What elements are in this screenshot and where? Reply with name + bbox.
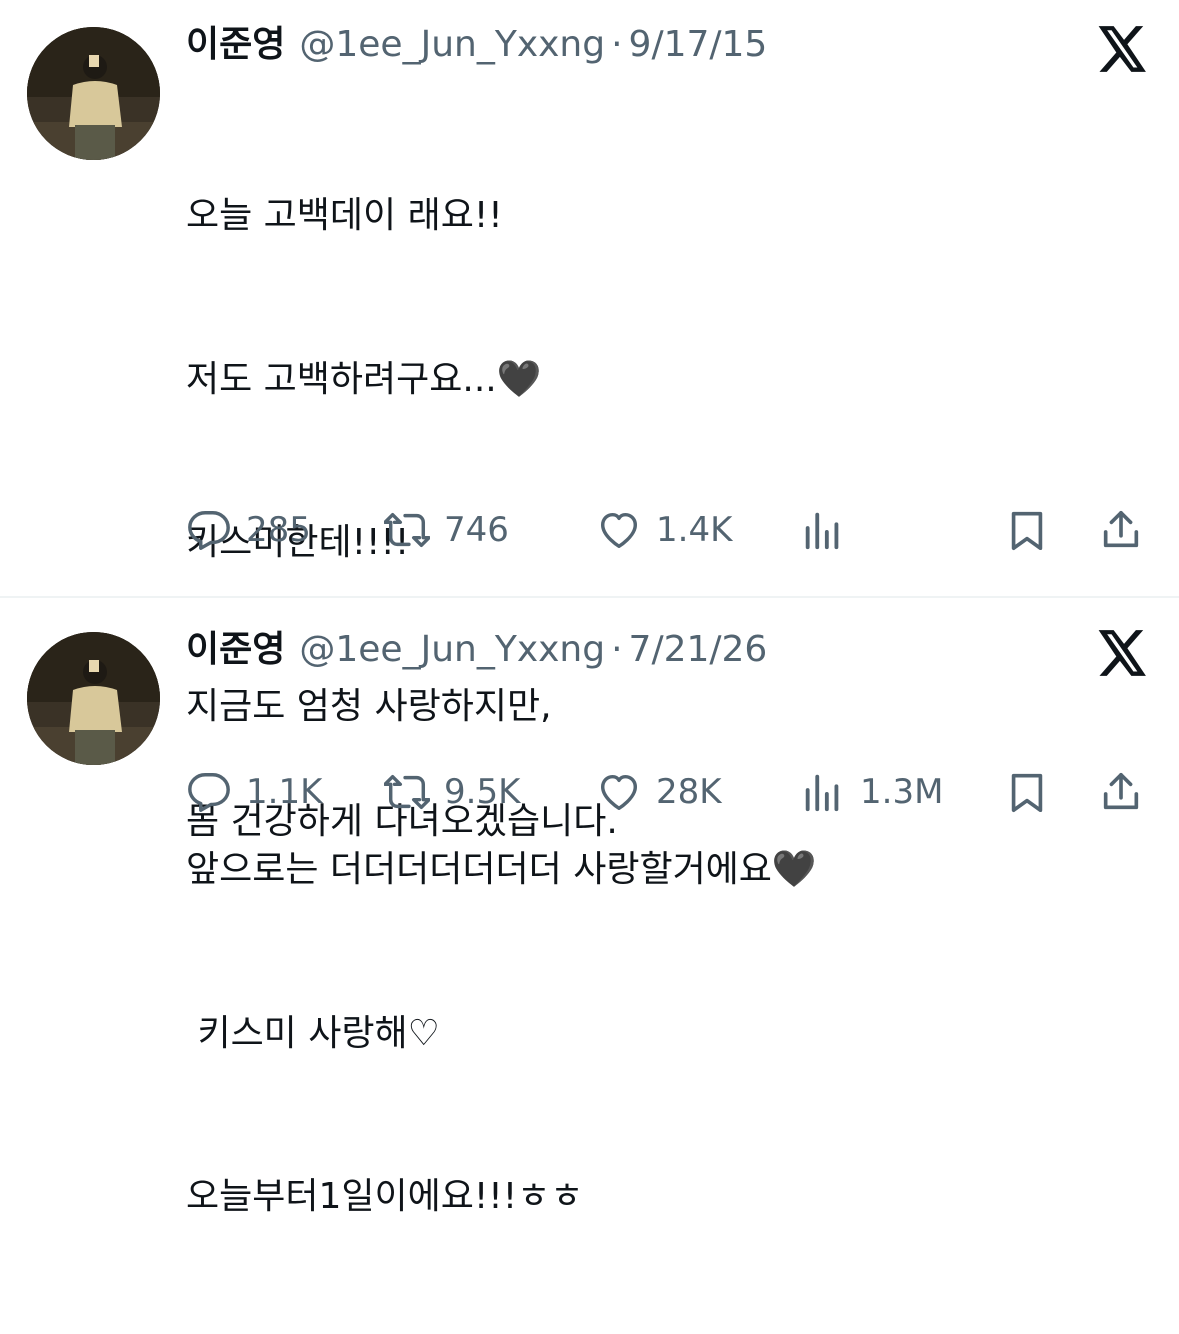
action-bar: 1.1K 9.5K 28K 1.3M xyxy=(0,768,1179,816)
tweet-line: 오늘 고백데이 래요!! xyxy=(186,195,503,236)
repost-count: 746 xyxy=(444,510,509,550)
reply-count: 1.1K xyxy=(246,772,323,812)
speech-bubble-icon xyxy=(188,773,230,812)
heart-icon xyxy=(600,774,638,811)
x-logo-icon xyxy=(1098,26,1148,72)
author-handle[interactable]: @1ee_Jun_Yxxng xyxy=(299,24,605,65)
author-name[interactable]: 이준영 xyxy=(186,24,285,65)
share-upload-icon xyxy=(1103,510,1139,548)
tweet-header: 이준영 @1ee_Jun_Yxxng · 9/17/15 xyxy=(186,27,767,63)
action-bar: 285 746 1.4K xyxy=(0,506,1179,554)
author-name[interactable]: 이준영 xyxy=(186,629,285,670)
tweet-card[interactable]: 이준영 @1ee_Jun_Yxxng · 9/17/15 오늘 고백데이 래요!! 저… xyxy=(0,0,1179,1217)
views-button[interactable]: 1.3M xyxy=(800,768,943,816)
views-button[interactable] xyxy=(800,506,860,554)
bookmark-icon xyxy=(1011,511,1043,551)
avatar[interactable] xyxy=(27,27,160,160)
avatar[interactable] xyxy=(27,632,160,765)
tweet-date[interactable]: 9/17/15 xyxy=(629,24,768,65)
repost-arrows-icon xyxy=(384,512,430,548)
reply-button[interactable]: 285 xyxy=(186,506,311,554)
bar-chart-icon xyxy=(805,774,839,812)
repost-count: 9.5K xyxy=(444,772,521,812)
bookmark-button[interactable] xyxy=(1004,506,1050,554)
like-count: 1.4K xyxy=(656,510,733,550)
x-logo-icon xyxy=(1098,630,1148,676)
reply-count: 285 xyxy=(246,510,311,550)
tweet-line: 키스미 사랑해♡ xyxy=(186,1012,440,1054)
like-button[interactable]: 28K xyxy=(596,768,722,816)
repost-button[interactable]: 9.5K xyxy=(384,768,520,816)
like-count: 28K xyxy=(656,772,722,812)
bookmark-icon xyxy=(1011,773,1043,813)
speech-bubble-icon xyxy=(188,511,230,550)
author-handle[interactable]: @1ee_Jun_Yxxng xyxy=(299,629,605,670)
tweet-date[interactable]: 7/21/26 xyxy=(629,629,768,670)
share-upload-icon xyxy=(1103,772,1139,810)
separator-dot: · xyxy=(611,629,623,670)
tweet-line: 저도 고백하려구요...🖤 xyxy=(186,358,542,400)
views-count: 1.3M xyxy=(860,772,944,812)
tweet-header: 이준영 @1ee_Jun_Yxxng · 7/21/26 xyxy=(186,632,767,668)
repost-button[interactable]: 746 xyxy=(384,506,509,554)
share-button[interactable] xyxy=(1098,768,1144,816)
heart-icon xyxy=(600,512,638,549)
bar-chart-icon xyxy=(805,512,839,550)
tweet-line: 오늘부터1일이에요!!!ㅎㅎ xyxy=(186,1176,584,1217)
reply-button[interactable]: 1.1K xyxy=(186,768,322,816)
tweet-card[interactable]: 이준영 @1ee_Jun_Yxxng · 7/21/26 몸 건강하게 다녀오겠습니다… xyxy=(0,598,1179,850)
separator-dot: · xyxy=(611,24,623,65)
share-button[interactable] xyxy=(1098,506,1144,554)
bookmark-button[interactable] xyxy=(1004,768,1050,816)
like-button[interactable]: 1.4K xyxy=(596,506,732,554)
tweet-text: 몸 건강하게 다녀오겠습니다. xyxy=(186,686,618,959)
repost-arrows-icon xyxy=(384,774,430,810)
